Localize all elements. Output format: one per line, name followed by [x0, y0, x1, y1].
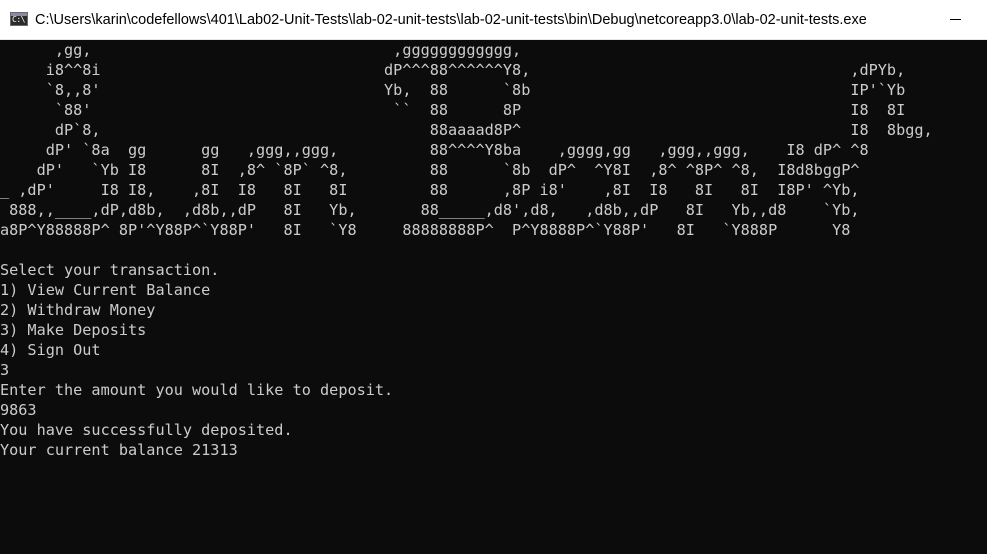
ascii-banner-line-9: 888,,____,dP,d8b, ,d8b,,dP 8I Yb, 88____… [0, 201, 860, 219]
ascii-banner-line-1: ,gg, ,gggggggggggg, [0, 41, 522, 59]
menu-item-deposit: 3) Make Deposits [0, 321, 147, 339]
current-balance-message: Your current balance 21313 [0, 441, 238, 459]
app-icon-glyph: C:\ [12, 15, 25, 24]
menu-item-view-balance: 1) View Current Balance [0, 281, 211, 299]
menu-item-withdraw: 2) Withdraw Money [0, 301, 156, 319]
ascii-banner-line-4: `88' `` 88 8P I8 8I [0, 101, 906, 119]
minimize-button[interactable] [936, 4, 976, 34]
deposit-prompt: Enter the amount you would like to depos… [0, 381, 394, 399]
console-app-icon[interactable]: C:\ [10, 12, 28, 26]
ascii-banner-line-10: a8P^Y88888P^ 8P'^Y88P^`Y88P' 8I `Y8 8888… [0, 221, 851, 239]
user-deposit-amount: 9863 [0, 401, 37, 419]
console-window: C:\ C:\Users\karin\codefellows\401\Lab02… [0, 0, 987, 554]
ascii-banner-line-5: dP`8, 88aaaad8P^ I8 8bgg, [0, 121, 933, 139]
ascii-banner-line-3: `8,,8' Yb, 88 `8b IP'`Yb [0, 81, 906, 99]
user-menu-choice: 3 [0, 361, 10, 379]
title-bar[interactable]: C:\ C:\Users\karin\codefellows\401\Lab02… [0, 0, 987, 40]
console-output[interactable]: ,gg, ,gggggggggggg, i8^^8i dP^^^88^^^^^^… [0, 40, 987, 554]
ascii-banner-line-6: dP' `8a gg gg ,ggg,,ggg, 88^^^^Y8ba ,ggg… [0, 141, 869, 159]
minimize-icon [950, 19, 961, 20]
menu-item-sign-out: 4) Sign Out [0, 341, 101, 359]
ascii-banner-line-2: i8^^8i dP^^^88^^^^^^Y8, ,dPYb, [0, 61, 906, 79]
window-title: C:\Users\karin\codefellows\401\Lab02-Uni… [35, 12, 867, 28]
deposit-success-message: You have successfully deposited. [0, 421, 293, 439]
ascii-banner-line-8: _ ,dP' I8 I8, ,8I I8 8I 8I 88 ,8P i8' ,8… [0, 181, 860, 199]
ascii-banner-line-7: dP' `Yb I8 8I ,8^ `8P` ^8, 88 `8b dP^ ^Y… [0, 161, 860, 179]
transaction-prompt: Select your transaction. [0, 261, 220, 279]
